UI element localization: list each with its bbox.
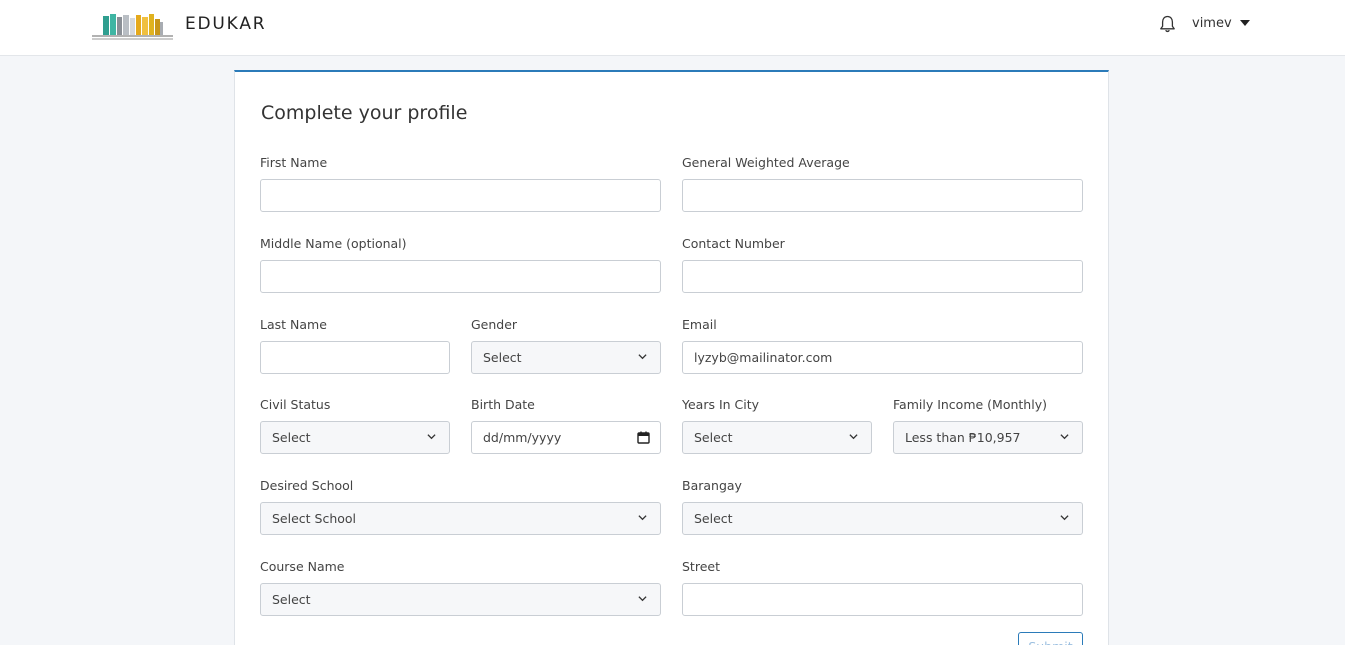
course-name-group: Course Name Select	[260, 558, 661, 616]
profile-form-card: Complete your profile First Name General…	[234, 70, 1109, 645]
gender-value: Select	[483, 350, 522, 365]
email-label: Email	[682, 317, 717, 332]
desired-school-group: Desired School Select School	[260, 477, 661, 535]
last-name-label: Last Name	[260, 317, 327, 332]
gender-select[interactable]: Select	[471, 341, 661, 374]
family-income-label: Family Income (Monthly)	[893, 397, 1047, 412]
brand-name: EDUKAR	[185, 14, 267, 34]
course-name-label: Course Name	[260, 559, 345, 574]
barangay-value: Select	[694, 511, 733, 526]
gwa-label: General Weighted Average	[682, 155, 850, 170]
barangay-select[interactable]: Select	[682, 502, 1083, 535]
page-title: Complete your profile	[261, 102, 468, 124]
chevron-down-icon	[1060, 515, 1069, 521]
email-group: Email lyzyb@mailinator.com	[682, 316, 1083, 374]
first-name-group: First Name	[260, 154, 661, 212]
contact-number-label: Contact Number	[682, 236, 785, 251]
years-in-city-group: Years In City Select	[682, 396, 872, 454]
gender-group: Gender Select	[471, 316, 661, 374]
birth-date-value: dd/mm/yyyy	[483, 430, 562, 445]
years-in-city-select[interactable]: Select	[682, 421, 872, 454]
chevron-down-icon	[427, 434, 436, 440]
middle-name-input[interactable]	[260, 260, 661, 293]
barangay-label: Barangay	[682, 478, 742, 493]
gwa-group: General Weighted Average	[682, 154, 1083, 212]
civil-status-value: Select	[272, 430, 311, 445]
civil-status-select[interactable]: Select	[260, 421, 450, 454]
user-menu[interactable]: vimev	[1192, 14, 1250, 32]
birth-date-label: Birth Date	[471, 397, 535, 412]
username: vimev	[1192, 15, 1232, 31]
middle-name-label: Middle Name (optional)	[260, 236, 407, 251]
street-label: Street	[682, 559, 720, 574]
desired-school-select[interactable]: Select School	[260, 502, 661, 535]
civil-status-label: Civil Status	[260, 397, 331, 412]
birth-date-input[interactable]: dd/mm/yyyy	[471, 421, 661, 454]
years-in-city-label: Years In City	[682, 397, 760, 412]
edukar-logo[interactable]	[90, 13, 175, 40]
barangay-group: Barangay Select	[682, 477, 1083, 535]
calendar-icon[interactable]	[637, 431, 650, 444]
years-in-city-value: Select	[694, 430, 733, 445]
birth-date-group: Birth Date dd/mm/yyyy	[471, 396, 661, 454]
street-group: Street	[682, 558, 1083, 616]
chevron-down-icon	[638, 515, 647, 521]
desired-school-label: Desired School	[260, 478, 354, 493]
bell-icon[interactable]	[1159, 15, 1176, 33]
chevron-down-icon	[849, 434, 858, 440]
caret-down-icon	[1239, 20, 1250, 26]
chevron-down-icon	[1060, 434, 1069, 440]
contact-number-input[interactable]	[682, 260, 1083, 293]
course-name-value: Select	[272, 592, 311, 607]
contact-number-group: Contact Number	[682, 235, 1083, 293]
gwa-input[interactable]	[682, 179, 1083, 212]
last-name-input[interactable]	[260, 341, 450, 374]
civil-status-group: Civil Status Select	[260, 396, 450, 454]
submit-button[interactable]: Submit	[1018, 632, 1083, 645]
family-income-group: Family Income (Monthly) Less than ₱10,95…	[893, 396, 1083, 454]
middle-name-group: Middle Name (optional)	[260, 235, 661, 293]
first-name-label: First Name	[260, 155, 328, 170]
family-income-select[interactable]: Less than ₱10,957	[893, 421, 1083, 454]
first-name-input[interactable]	[260, 179, 661, 212]
chevron-down-icon	[638, 354, 647, 360]
street-input[interactable]	[682, 583, 1083, 616]
desired-school-value: Select School	[272, 511, 357, 526]
email-input[interactable]: lyzyb@mailinator.com	[682, 341, 1083, 374]
gender-label: Gender	[471, 317, 518, 332]
course-name-select[interactable]: Select	[260, 583, 661, 616]
family-income-value: Less than ₱10,957	[905, 430, 1021, 445]
chevron-down-icon	[638, 596, 647, 602]
last-name-group: Last Name	[260, 316, 450, 374]
top-navbar: EDUKAR vimev	[0, 0, 1345, 56]
